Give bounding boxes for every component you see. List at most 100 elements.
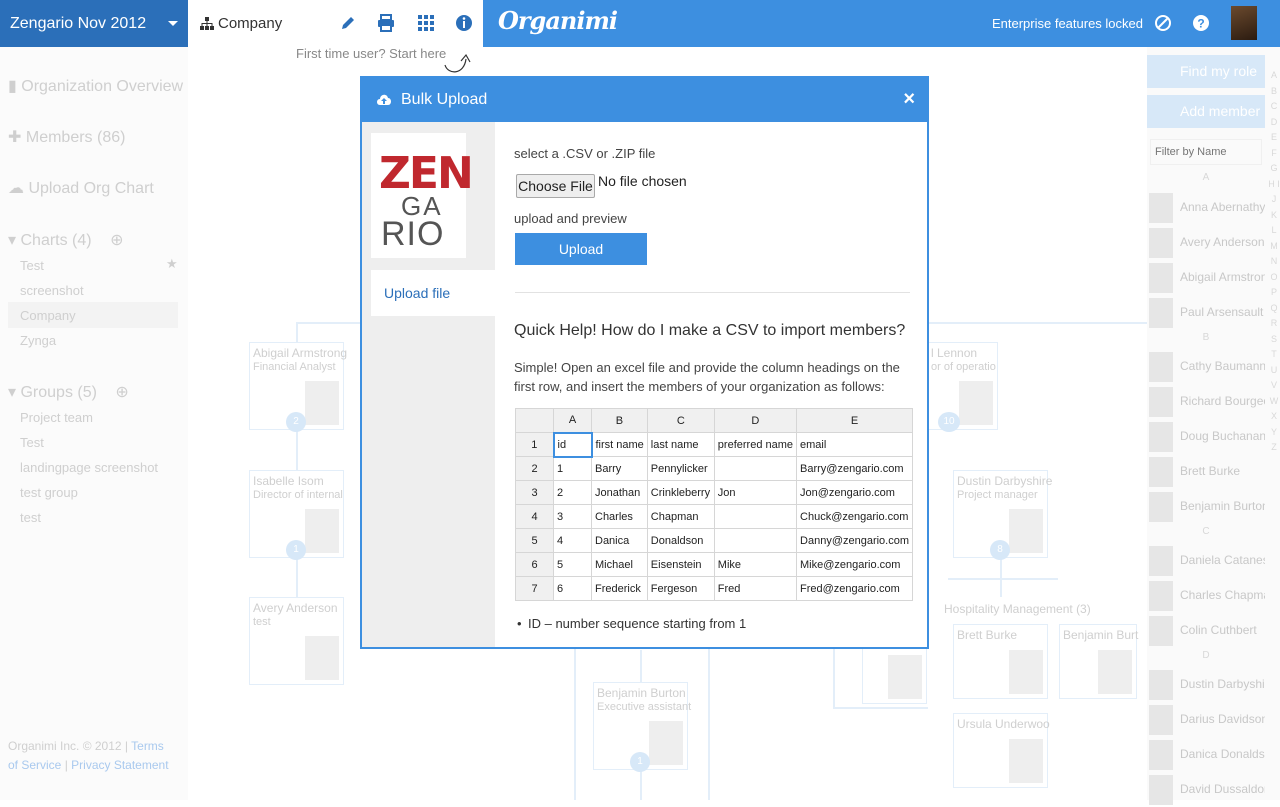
group-label: Hospitality Management (3) [944, 602, 1091, 616]
table-row: 1 id first name last name preferred name emai… [515, 431, 914, 458]
blocked-icon[interactable] [1154, 14, 1172, 32]
pencil-icon[interactable] [338, 13, 358, 33]
chart-card[interactable] [862, 649, 927, 704]
id-help-bullet: ID – number sequence starting from 1 [528, 616, 747, 631]
section-letter: C [1202, 526, 1210, 537]
help-title: Quick Help! How do I make a CSV to impor… [514, 322, 906, 339]
terms-link[interactable]: Terms [131, 739, 164, 753]
nav-organization-overview[interactable]: ▮ Organization Overview [8, 76, 183, 96]
section-letter: D [1202, 650, 1210, 661]
curved-arrow-icon [444, 53, 471, 73]
upload-button[interactable]: Upload [515, 233, 647, 265]
company-logo: ZEN GA RIO [371, 133, 474, 258]
member-item[interactable]: Benjamin Burton [1147, 490, 1265, 524]
table-header-row: A B C D E [515, 408, 914, 433]
member-item[interactable]: Cathy Baumann [1147, 350, 1265, 384]
choose-file-button[interactable]: Choose File [516, 174, 595, 198]
group-item-project-team[interactable]: Project team [20, 410, 93, 425]
member-item[interactable]: Colin Cuthbert [1147, 614, 1265, 648]
select-file-label: select a .CSV or .ZIP file [514, 146, 656, 161]
organimi-logo: Organimi [498, 6, 618, 35]
dialog-header: Bulk Upload × [362, 78, 927, 122]
sidebar-footer: Organimi Inc. © 2012 | Terms of Service … [8, 739, 169, 772]
chart-item-test[interactable]: Test [20, 258, 44, 273]
table-row: 5 4 Danica Donaldson Danny@zengario.com [515, 528, 914, 553]
enterprise-locked-label: Enterprise features locked [991, 16, 1143, 31]
divider [515, 292, 910, 293]
count-badge: 2 [286, 412, 306, 432]
caret-down-icon [168, 21, 178, 26]
chart-card[interactable]: Ursula Underwoo [953, 713, 1050, 788]
chart-card[interactable]: Brett Burke [953, 624, 1048, 699]
count-badge: 1 [630, 752, 650, 772]
table-row: 2 1 Barry Pennylicker Barry@zengario.com [515, 456, 914, 481]
star-icon[interactable]: ★ [166, 256, 178, 272]
group-item-test[interactable]: Test [20, 435, 44, 450]
member-item[interactable]: Anna Abernathy [1147, 191, 1265, 225]
member-item[interactable]: Dustin Darbyshi [1147, 668, 1265, 702]
info-icon[interactable] [454, 13, 474, 33]
member-item[interactable]: David Dussaldor [1147, 773, 1265, 807]
section-letter: A [1202, 172, 1210, 183]
grid-icon[interactable] [416, 13, 436, 33]
cloud-upload-icon [377, 94, 391, 105]
member-item[interactable]: Doug Buchanan [1147, 420, 1265, 454]
close-icon[interactable]: × [903, 88, 915, 111]
dialog-title: Bulk Upload [401, 91, 488, 108]
member-item[interactable]: Paul Arsensault [1147, 296, 1265, 330]
member-panel: Find my role Add member A Anna Abernathy… [1147, 47, 1280, 805]
dialog-sidebar: ZEN GA RIO Upload file [362, 122, 495, 647]
add-member-button[interactable]: Add member [1147, 95, 1265, 128]
upload-file-tab[interactable]: Upload file [371, 270, 495, 316]
group-item-landingpage[interactable]: landingpage screenshot [20, 460, 158, 475]
member-item[interactable]: Brett Burke [1147, 455, 1265, 489]
group-item-test-2[interactable]: test [20, 510, 41, 525]
chart-tab: Company [188, 0, 483, 47]
count-badge: 8 [990, 540, 1010, 560]
user-avatar[interactable] [1231, 6, 1257, 40]
nav-members[interactable]: ✚ Members (86) [8, 127, 125, 147]
top-bar: Zengario Nov 2012 Company Organimi Enter… [0, 0, 1280, 47]
nav-upload-org-chart[interactable]: ☁ Upload Org Chart [8, 178, 154, 198]
table-row: 7 6 Frederick Fergeson Fred Fred@zengario.com [515, 576, 914, 601]
chart-item-screenshot[interactable]: screenshot [20, 283, 84, 298]
member-item[interactable]: Avery Anderson [1147, 226, 1265, 260]
nav-groups[interactable]: ▾ Groups (5) ⊕ [8, 382, 129, 402]
member-item[interactable]: Charles Chapma [1147, 579, 1265, 613]
filter-input[interactable] [1150, 139, 1262, 165]
help-text: Simple! Open an excel file and provide t… [514, 360, 900, 394]
organization-selector[interactable]: Zengario Nov 2012 [0, 0, 188, 47]
count-badge: 1 [286, 540, 306, 560]
org-chart-icon [200, 17, 214, 30]
help-icon[interactable]: ? [1192, 14, 1210, 32]
terms-of-service-link[interactable]: of Service [8, 758, 61, 772]
member-item[interactable]: Danica Donaldsc [1147, 738, 1265, 772]
member-item[interactable]: Richard Bourgeo [1147, 385, 1265, 419]
chart-item-zynga[interactable]: Zynga [20, 333, 56, 348]
no-file-chosen-text: No file chosen [598, 173, 687, 189]
table-row: 6 5 Michael Eisenstein Mike Mike@zengario.com [515, 552, 914, 577]
privacy-link[interactable]: Privacy Statement [71, 758, 168, 772]
count-badge: 10 [938, 412, 960, 432]
section-letter: B [1202, 332, 1210, 343]
member-item[interactable]: Darius Davidson [1147, 703, 1265, 737]
nav-charts[interactable]: ▾ Charts (4) ⊕ [8, 230, 123, 250]
alphabet-index[interactable]: A B C D E F G H I J K L M N O P Q R S T … [1268, 68, 1280, 456]
chart-item-company[interactable]: Company [20, 308, 76, 323]
chart-card[interactable]: Benjamin Burt [1059, 624, 1138, 699]
svg-text:?: ? [1197, 17, 1204, 31]
print-icon[interactable] [376, 13, 396, 33]
member-item[interactable]: Abigail Armstron [1147, 261, 1265, 295]
chart-card[interactable]: Avery Anderson test [249, 597, 344, 685]
bulk-upload-dialog: Bulk Upload × ZEN GA RIO Upload file sel… [360, 76, 929, 649]
first-time-hint[interactable]: First time user? Start here [296, 46, 446, 61]
chart-tab-label[interactable]: Company [218, 0, 282, 47]
find-my-role-button[interactable]: Find my role [1147, 55, 1265, 88]
table-row: 4 3 Charles Chapman Chuck@zengario.com [515, 504, 914, 529]
sidebar: ▮ Organization Overview ✚ Members (86) ☁… [0, 47, 188, 800]
csv-example-table: A B C D E 1 id first name last name preferre… [515, 408, 914, 601]
table-row: 3 2 Jonathan Crinkleberry Jon Jon@zengario.co… [515, 480, 914, 505]
upload-preview-label: upload and preview [514, 211, 627, 226]
member-item[interactable]: Daniela Catanes [1147, 544, 1265, 578]
group-item-test-group[interactable]: test group [20, 485, 78, 500]
